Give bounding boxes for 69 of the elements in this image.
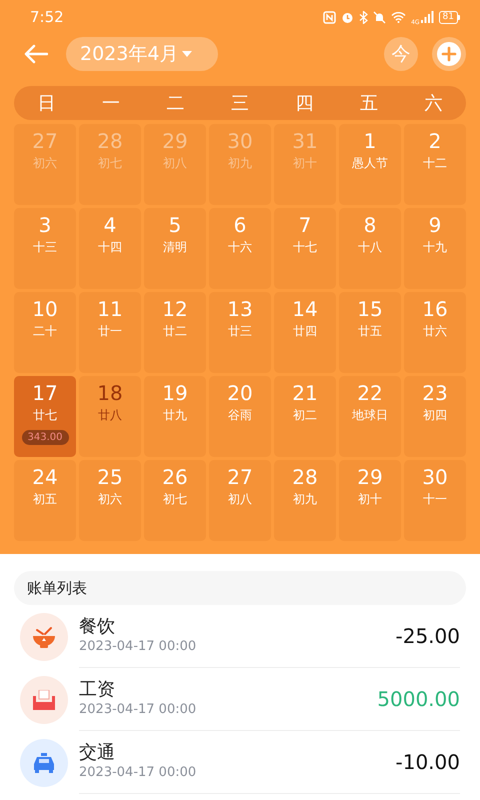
day-cell[interactable]: 1 愚人节 <box>339 124 401 205</box>
weekday-label: 一 <box>100 92 121 115</box>
weekday-label: 五 <box>359 92 380 115</box>
day-cell[interactable]: 12 廿二 <box>144 292 206 373</box>
wallet-icon <box>33 690 55 710</box>
day-cell[interactable]: 28 初九 <box>274 460 336 541</box>
day-total-badge: 343.00 <box>22 430 68 445</box>
day-cell[interactable]: 7 十七 <box>274 208 336 289</box>
category-name: 交通 <box>79 742 116 764</box>
bill-time: 2023-04-17 00:00 <box>79 701 198 719</box>
weekday-label: 日 <box>36 92 56 115</box>
category-name: 工资 <box>79 679 116 701</box>
day-cell[interactable]: 5 清明 <box>144 208 206 289</box>
day-cell[interactable]: 4 十四 <box>79 208 141 289</box>
status-time: 7:52 <box>30 8 65 26</box>
weekday-label: 六 <box>424 92 444 115</box>
taxi-icon <box>32 752 56 772</box>
nfc-icon <box>323 10 336 24</box>
bill-amount: -10.00 <box>396 750 460 774</box>
day-cell[interactable]: 27 初六 <box>14 124 76 205</box>
day-cell[interactable]: 30 初九 <box>209 124 271 205</box>
bowl-icon <box>32 626 56 648</box>
bill-amount: -25.00 <box>396 624 460 648</box>
weekday-label: 四 <box>294 92 315 115</box>
signal-icon <box>420 11 434 23</box>
day-cell[interactable]: 31 初十 <box>274 124 336 205</box>
day-cell[interactable]: 17 廿七 343.00 <box>14 376 76 457</box>
day-cell[interactable]: 29 初十 <box>339 460 401 541</box>
bill-time: 2023-04-17 00:00 <box>79 638 198 656</box>
day-cell[interactable]: 30 十一 <box>404 460 466 541</box>
bluetooth-icon <box>359 10 368 24</box>
weekday-label: 三 <box>230 92 250 115</box>
day-cell[interactable]: 25 初六 <box>79 460 141 541</box>
day-cell[interactable]: 6 十六 <box>209 208 271 289</box>
day-cell[interactable]: 13 廿三 <box>209 292 271 373</box>
caret-icon <box>182 51 192 57</box>
wifi-icon <box>391 11 406 23</box>
weekday-label: 二 <box>165 92 186 115</box>
bill-amount: 5000.00 <box>377 687 460 711</box>
day-cell[interactable]: 27 初八 <box>209 460 271 541</box>
day-cell[interactable]: 10 二十 <box>14 292 76 373</box>
back-arrow-icon[interactable] <box>24 44 48 64</box>
day-cell[interactable]: 8 十八 <box>339 208 401 289</box>
day-cell[interactable]: 23 初四 <box>404 376 466 457</box>
day-cell[interactable]: 16 廿六 <box>404 292 466 373</box>
day-cell[interactable]: 26 初七 <box>144 460 206 541</box>
category-name: 餐饮 <box>79 616 116 638</box>
alarm-icon <box>341 10 354 24</box>
day-cell[interactable]: 20 谷雨 <box>209 376 271 457</box>
today-button[interactable]: 今 <box>384 37 418 71</box>
day-cell[interactable]: 15 廿五 <box>339 292 401 373</box>
bill-time: 2023-04-17 00:00 <box>79 764 198 782</box>
day-cell[interactable]: 19 廿九 <box>144 376 206 457</box>
battery-indicator: 81 <box>438 10 460 24</box>
month-selector[interactable]: 2023年4月 <box>66 37 218 71</box>
day-cell[interactable]: 28 初七 <box>79 124 141 205</box>
day-cell[interactable]: 18 廿八 <box>79 376 141 457</box>
day-cell[interactable]: 29 初八 <box>144 124 206 205</box>
day-cell[interactable]: 22 地球日 <box>339 376 401 457</box>
day-cell[interactable]: 14 廿四 <box>274 292 336 373</box>
bell-off-icon <box>373 10 386 24</box>
add-button[interactable] <box>432 37 466 71</box>
day-cell[interactable]: 2 十二 <box>404 124 466 205</box>
day-cell[interactable]: 11 廿一 <box>79 292 141 373</box>
day-cell[interactable]: 24 初五 <box>14 460 76 541</box>
day-cell[interactable]: 21 初二 <box>274 376 336 457</box>
day-cell[interactable]: 3 十三 <box>14 208 76 289</box>
section-title: 账单列表 <box>14 571 466 605</box>
day-cell[interactable]: 9 十九 <box>404 208 466 289</box>
